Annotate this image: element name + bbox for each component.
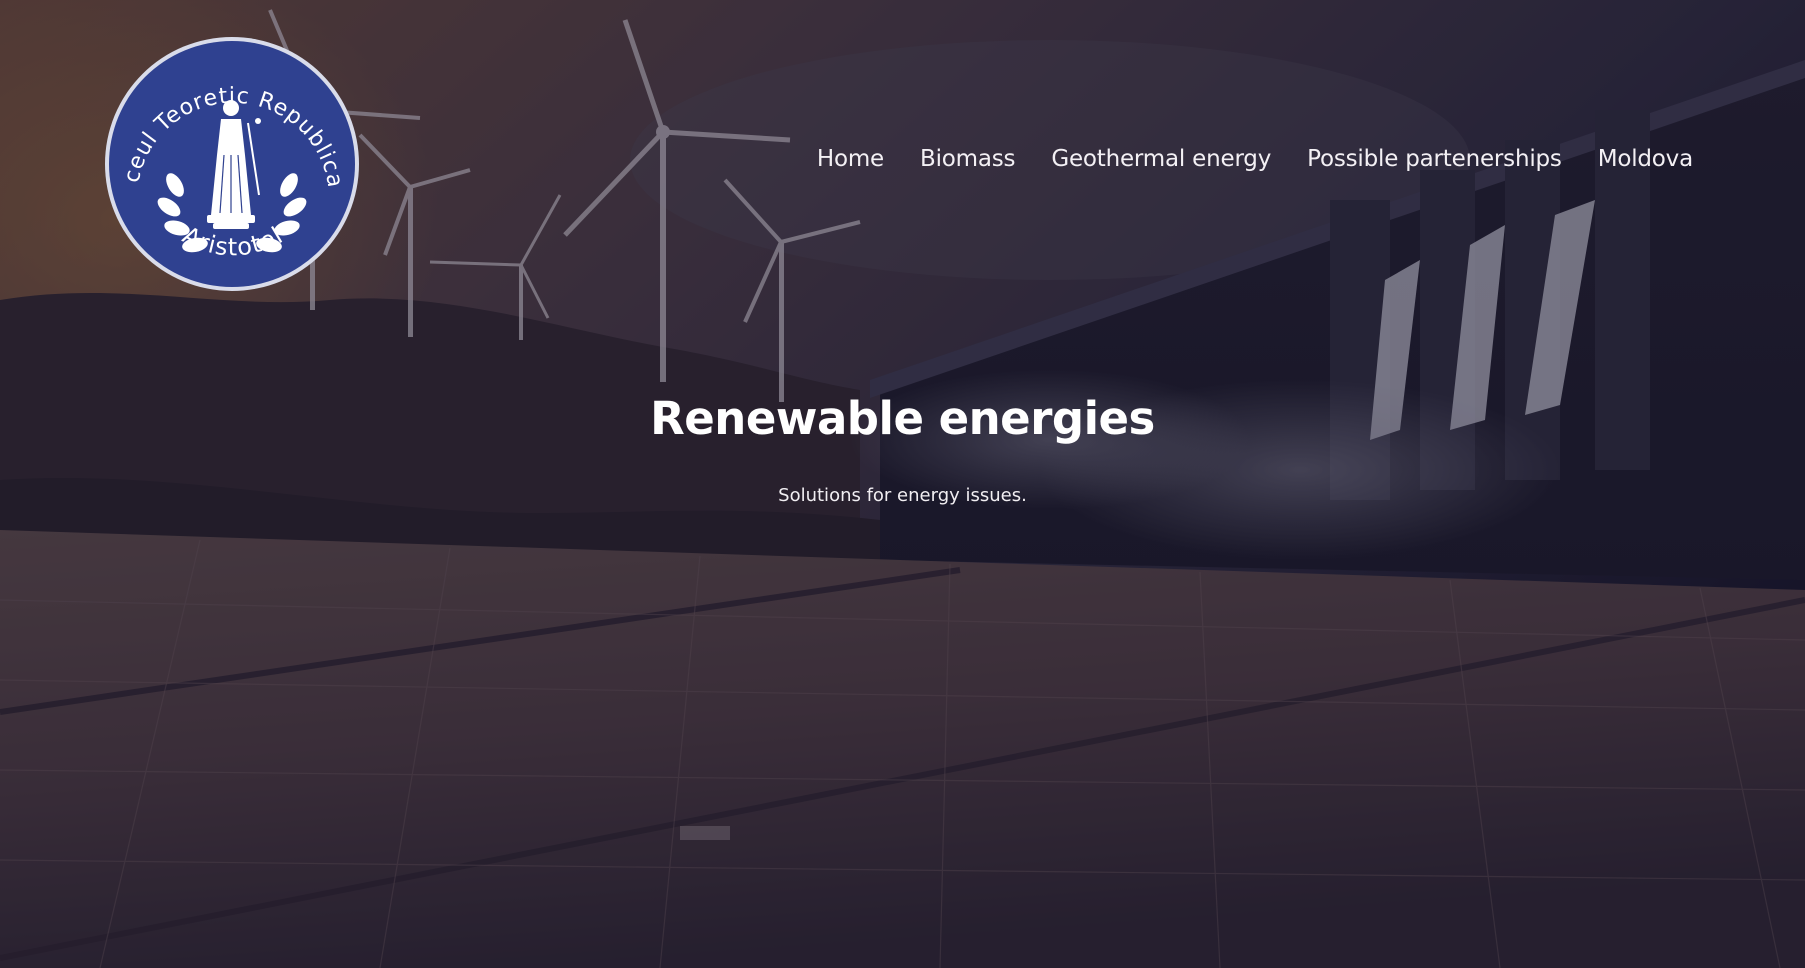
hero-section: Liceul Teoretic Republican Aristotel Hom… bbox=[0, 0, 1805, 968]
nav-geothermal-energy[interactable]: Geothermal energy bbox=[1051, 146, 1271, 172]
hero-title: Renewable energies bbox=[650, 392, 1155, 445]
nav-home[interactable]: Home bbox=[817, 146, 884, 172]
nav-possible-partnerships[interactable]: Possible partenerships bbox=[1307, 146, 1562, 172]
nav-biomass[interactable]: Biomass bbox=[920, 146, 1016, 172]
hero-subtitle: Solutions for energy issues. bbox=[778, 485, 1027, 506]
school-logo[interactable]: Liceul Teoretic Republican Aristotel bbox=[103, 35, 361, 293]
nav-moldova[interactable]: Moldova bbox=[1598, 146, 1693, 172]
main-nav: Home Biomass Geothermal energy Possible … bbox=[817, 146, 1693, 172]
